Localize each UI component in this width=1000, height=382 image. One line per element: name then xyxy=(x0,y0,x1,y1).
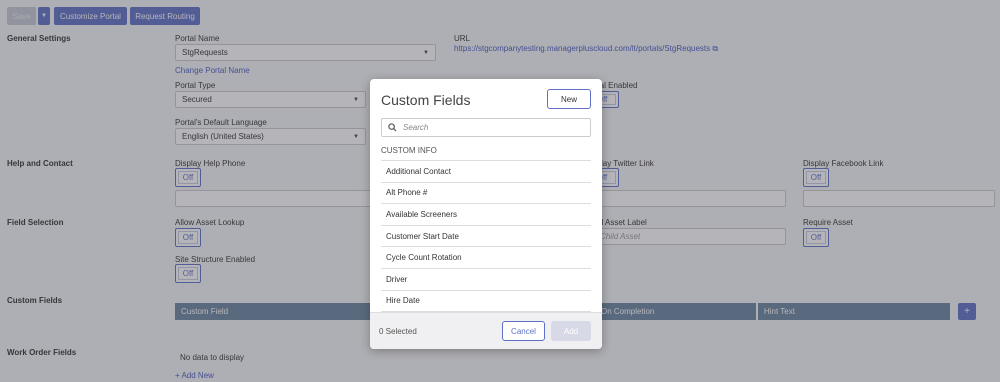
list-group-header: CUSTOM INFO xyxy=(381,141,591,161)
list-item[interactable]: Additional Contact xyxy=(381,161,591,183)
modal-title: Custom Fields xyxy=(381,92,471,108)
cancel-button[interactable]: Cancel xyxy=(502,321,545,341)
list-item[interactable]: Driver xyxy=(381,269,591,291)
list-item[interactable]: Cycle Count Rotation xyxy=(381,247,591,269)
search-placeholder: Search xyxy=(403,123,429,132)
search-icon xyxy=(388,123,397,132)
custom-fields-list: CUSTOM INFO Additional Contact Alt Phone… xyxy=(381,141,591,313)
new-field-button[interactable]: New xyxy=(547,89,591,109)
list-item[interactable]: Available Screeners xyxy=(381,204,591,226)
search-input[interactable]: Search xyxy=(381,118,591,137)
custom-fields-modal: Custom Fields New Search CUSTOM INFO Add… xyxy=(370,79,602,349)
modal-footer: 0 Selected Cancel Add xyxy=(370,312,602,349)
add-button[interactable]: Add xyxy=(551,321,591,341)
list-item[interactable]: Customer Start Date xyxy=(381,226,591,248)
list-item[interactable]: Alt Phone # xyxy=(381,183,591,205)
list-item[interactable]: Hire Date xyxy=(381,291,591,313)
selected-count: 0 Selected xyxy=(379,327,417,336)
